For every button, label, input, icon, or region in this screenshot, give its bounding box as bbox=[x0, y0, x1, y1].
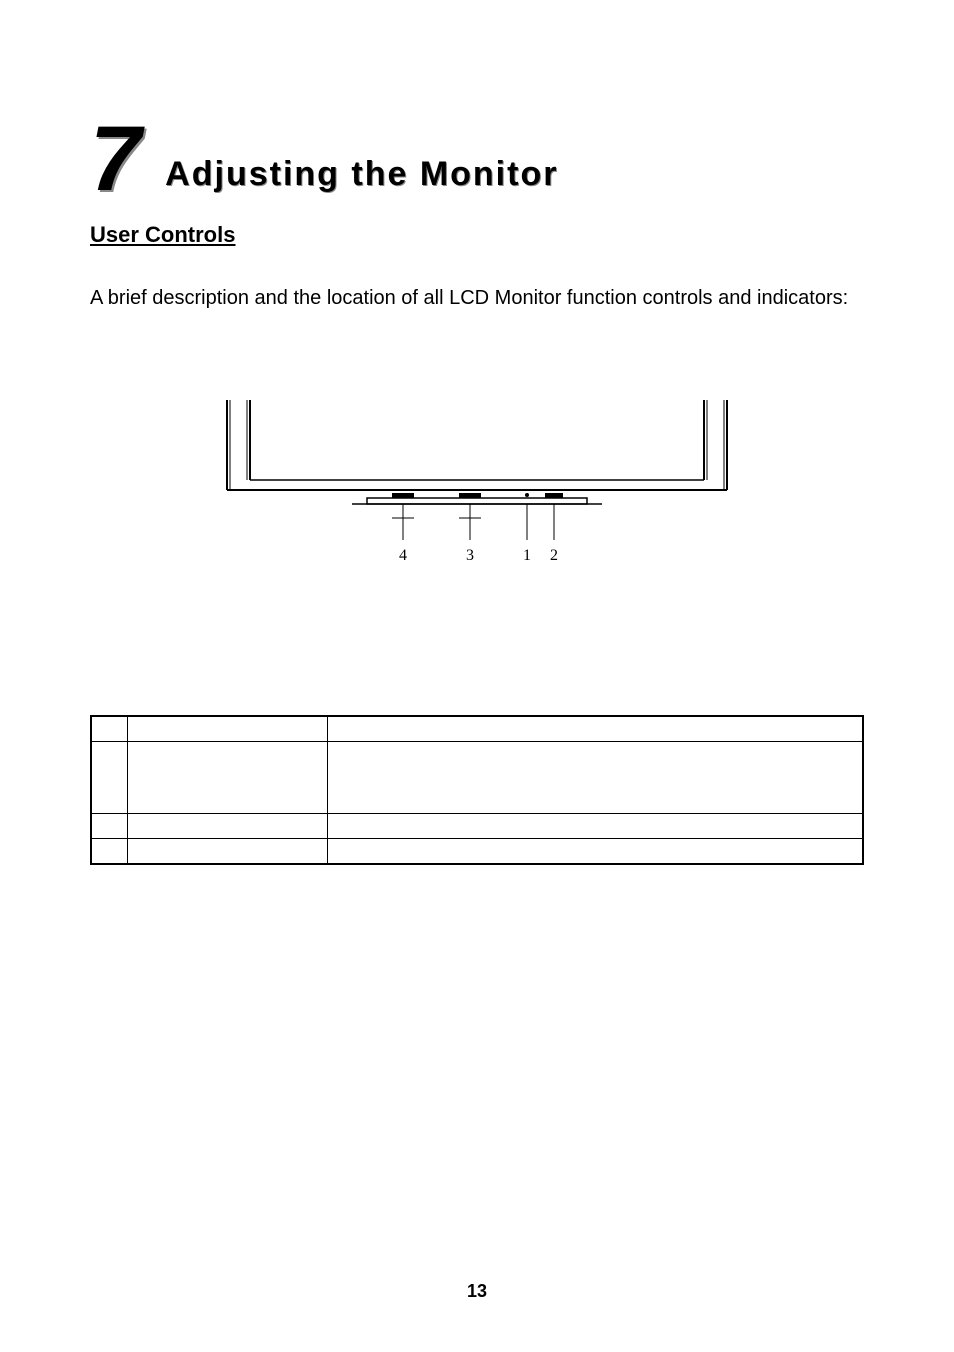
cell-desc bbox=[328, 839, 863, 864]
table-row bbox=[92, 742, 863, 814]
diagram-label-2: 2 bbox=[550, 547, 558, 564]
controls-table-wrap bbox=[90, 715, 864, 865]
cell-num bbox=[92, 839, 128, 864]
chapter-number: 7 bbox=[90, 120, 141, 198]
chapter-title: Adjusting the Monitor bbox=[165, 155, 558, 198]
cell-label bbox=[128, 717, 328, 742]
monitor-diagram: 4 3 1 2 bbox=[90, 390, 864, 595]
page-number: 13 bbox=[0, 1281, 954, 1302]
cell-label bbox=[128, 839, 328, 864]
section-header: User Controls bbox=[90, 222, 864, 248]
cell-desc bbox=[328, 742, 863, 814]
table-row bbox=[92, 839, 863, 864]
cell-desc bbox=[328, 717, 863, 742]
cell-num bbox=[92, 717, 128, 742]
controls-table bbox=[91, 716, 863, 864]
diagram-label-1: 1 bbox=[523, 547, 531, 564]
intro-paragraph: A brief description and the location of … bbox=[90, 276, 864, 320]
diagram-label-3: 3 bbox=[466, 547, 474, 564]
table-row bbox=[92, 814, 863, 839]
table-row bbox=[92, 717, 863, 742]
cell-label bbox=[128, 742, 328, 814]
cell-num bbox=[92, 742, 128, 814]
diagram-svg: 4 3 1 2 bbox=[197, 390, 757, 590]
cell-label bbox=[128, 814, 328, 839]
chapter-header: 7 Adjusting the Monitor bbox=[90, 120, 864, 198]
cell-desc bbox=[328, 814, 863, 839]
diagram-label-4: 4 bbox=[399, 547, 407, 564]
cell-num bbox=[92, 814, 128, 839]
